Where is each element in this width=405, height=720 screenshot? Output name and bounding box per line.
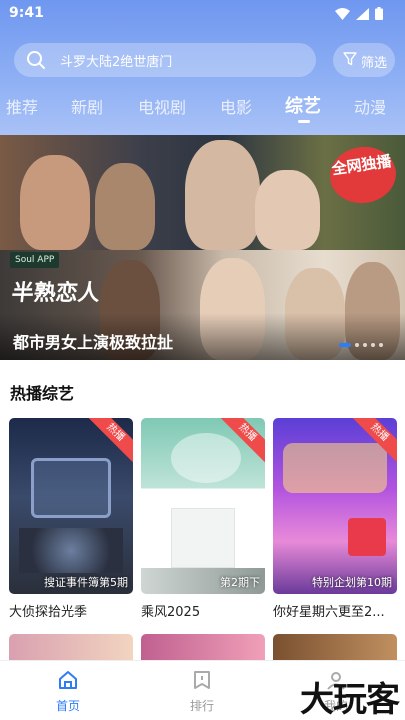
active-tab-indicator — [298, 120, 310, 123]
section-title: 热播综艺 — [10, 384, 75, 403]
poster-art — [31, 458, 111, 518]
nav-home[interactable]: 首页 — [38, 669, 98, 714]
filter-label: 筛选 — [361, 56, 388, 71]
show-card[interactable]: 热播 特别企划第10期 你好星期六更至2... — [273, 418, 397, 620]
show-card[interactable]: 热播 搜证事件簿第5期 大侦探拾光季 — [9, 418, 133, 620]
nav-home-label: 首页 — [55, 699, 80, 713]
carousel-dot[interactable] — [339, 343, 351, 347]
nav-ranking[interactable]: 排行 — [172, 669, 232, 714]
search-bar[interactable]: 斗罗大陆2绝世唐门 — [14, 43, 316, 77]
show-poster: 热播 特别企划第10期 — [273, 418, 397, 594]
show-card-partial[interactable] — [141, 634, 265, 660]
status-time: 9:41 — [9, 5, 44, 21]
header: 9:41 斗罗大陆2绝世唐门 筛选 推荐 新剧 电视剧 电影 综艺 动漫 — [0, 0, 405, 135]
poster-art — [348, 518, 386, 556]
show-poster: 热播 搜证事件簿第5期 — [9, 418, 133, 594]
carousel-dot[interactable] — [355, 343, 359, 347]
filter-icon — [343, 52, 357, 66]
show-title: 大侦探拾光季 — [9, 605, 88, 620]
home-icon — [59, 671, 77, 689]
category-tabs: 推荐 新剧 电视剧 电影 综艺 动漫 — [0, 92, 405, 124]
banner-caption: 都市男女上演极致拉扯 — [13, 333, 174, 352]
banner-figure — [255, 170, 320, 250]
poster-art — [19, 528, 123, 573]
status-icons — [335, 7, 383, 20]
episode-label: 特别企划第10期 — [312, 576, 392, 589]
carousel-dot[interactable] — [363, 343, 367, 347]
carousel-dots — [339, 343, 383, 347]
poster-art — [171, 433, 241, 483]
poster-art — [171, 508, 235, 568]
watermark: 大玩客 — [300, 680, 400, 720]
show-poster: 热播 第2期下 — [141, 418, 265, 594]
tab-movies[interactable]: 电影 — [220, 94, 252, 118]
tab-tv-series[interactable]: 电视剧 — [138, 94, 186, 118]
show-card-partial[interactable] — [9, 634, 133, 660]
banner-caption-bar: 都市男女上演极致拉扯 — [0, 313, 405, 360]
status-bar: 9:41 — [0, 0, 405, 28]
show-title: 乘风2025 — [141, 605, 201, 620]
search-icon — [27, 51, 45, 69]
episode-label: 第2期下 — [220, 576, 260, 589]
wifi-icon — [335, 7, 350, 20]
episode-label: 搜证事件簿第5期 — [44, 576, 128, 589]
ranking-icon — [194, 671, 210, 689]
banner-figure — [185, 140, 260, 250]
sponsor-tag: Soul APP — [10, 252, 60, 268]
show-title: 你好星期六更至2... — [273, 605, 385, 620]
show-card-partial[interactable] — [273, 634, 397, 660]
banner-figure — [20, 155, 90, 250]
filter-button[interactable]: 筛选 — [333, 43, 395, 77]
tab-variety[interactable]: 综艺 — [285, 92, 321, 118]
nav-ranking-label: 排行 — [189, 699, 214, 713]
search-placeholder: 斗罗大陆2绝世唐门 — [60, 55, 173, 70]
poster-art — [283, 443, 387, 493]
tab-new-drama[interactable]: 新剧 — [71, 94, 103, 118]
tab-recommend[interactable]: 推荐 — [6, 94, 38, 118]
tab-anime[interactable]: 动漫 — [354, 94, 386, 118]
signal-icon — [356, 7, 369, 20]
show-logo: 半熟恋人 — [10, 280, 102, 306]
carousel-dot[interactable] — [371, 343, 375, 347]
show-card[interactable]: 热播 第2期下 乘风2025 — [141, 418, 265, 620]
carousel-dot[interactable] — [379, 343, 383, 347]
hero-banner[interactable]: 全网独播 Soul APP 半熟恋人 都市男女上演极致拉扯 — [0, 135, 405, 360]
banner-figure — [95, 163, 155, 250]
battery-icon — [375, 7, 383, 20]
